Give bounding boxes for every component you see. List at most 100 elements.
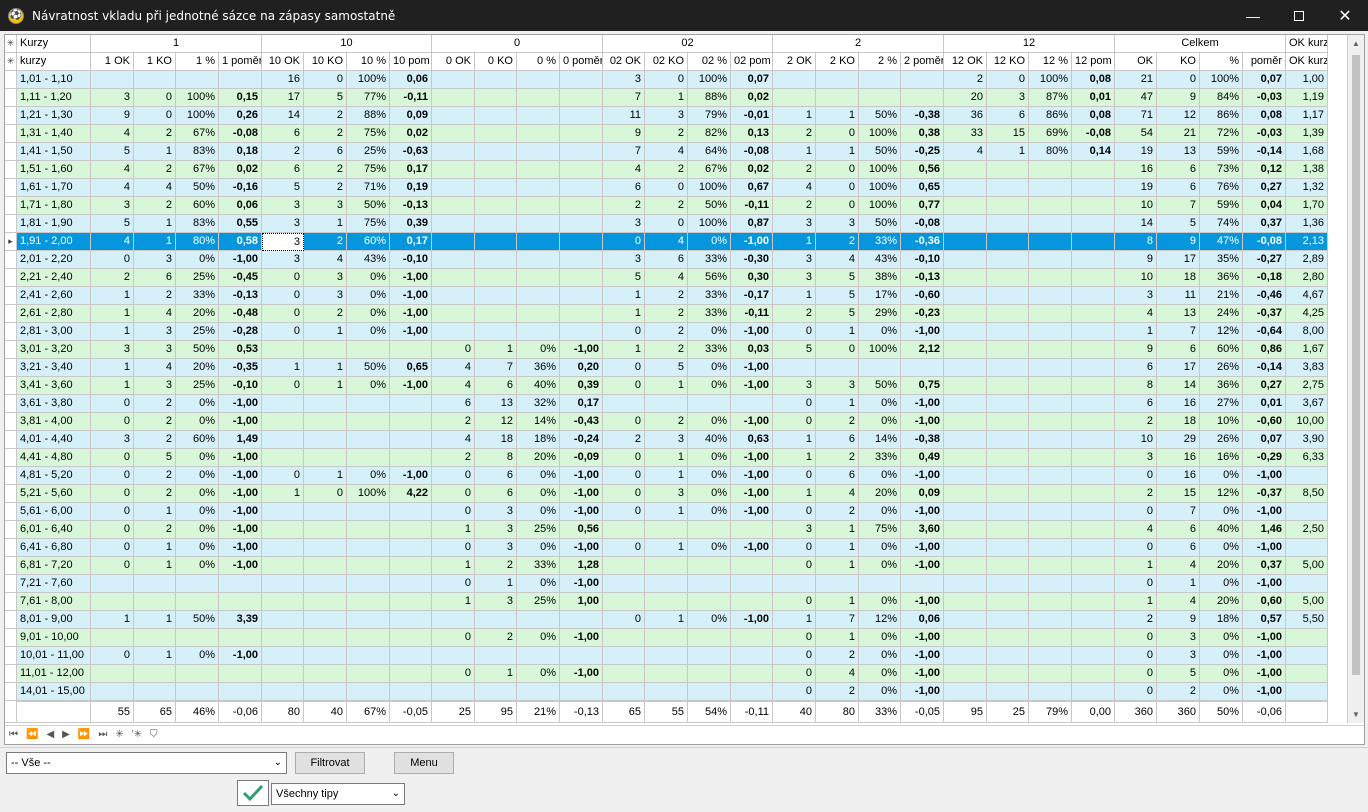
table-cell[interactable]: 84%	[1200, 89, 1243, 107]
table-cell[interactable]: 9	[1115, 341, 1157, 359]
table-cell[interactable]: 1	[773, 449, 816, 467]
table-cell[interactable]: 14,01 - 15,00	[17, 683, 91, 701]
table-cell[interactable]: 1,38	[1286, 161, 1328, 179]
table-cell[interactable]	[1029, 305, 1072, 323]
table-cell[interactable]: 9	[1157, 89, 1200, 107]
table-cell[interactable]	[390, 413, 432, 431]
table-cell[interactable]: 3	[304, 287, 347, 305]
table-cell[interactable]	[475, 647, 517, 665]
table-cell[interactable]	[560, 71, 603, 89]
table-cell[interactable]: 2,75	[1286, 377, 1328, 395]
table-cell[interactable]: 56%	[688, 269, 731, 287]
table-cell[interactable]: -1,00	[731, 539, 773, 557]
table-cell[interactable]: 0	[773, 413, 816, 431]
table-cell[interactable]: 6,01 - 6,40	[17, 521, 91, 539]
table-cell[interactable]	[560, 251, 603, 269]
table-cell[interactable]: 0%	[176, 647, 219, 665]
table-cell[interactable]: 20%	[1200, 593, 1243, 611]
table-cell[interactable]: 47%	[1200, 233, 1243, 251]
table-cell[interactable]: 3	[1157, 647, 1200, 665]
table-cell[interactable]	[432, 611, 475, 629]
table-cell[interactable]: 0,13	[731, 125, 773, 143]
table-cell[interactable]	[390, 647, 432, 665]
prev-page-icon[interactable]: ⏪	[26, 729, 38, 740]
table-cell[interactable]: 1,61 - 1,70	[17, 179, 91, 197]
row-selector[interactable]	[5, 467, 17, 485]
table-cell[interactable]: 2	[304, 107, 347, 125]
table-cell[interactable]: -1,00	[901, 683, 944, 701]
table-cell[interactable]	[1286, 629, 1328, 647]
table-cell[interactable]: 1	[134, 143, 176, 161]
table-cell[interactable]	[560, 215, 603, 233]
table-cell[interactable]: 0	[645, 179, 688, 197]
table-cell[interactable]: 0%	[1200, 575, 1243, 593]
table-cell[interactable]	[262, 503, 304, 521]
table-cell[interactable]	[475, 233, 517, 251]
column-header[interactable]: OK kurz	[1286, 53, 1328, 71]
table-cell[interactable]: 2	[134, 431, 176, 449]
table-cell[interactable]: 3	[773, 521, 816, 539]
table-cell[interactable]	[475, 71, 517, 89]
table-cell[interactable]: 1	[91, 377, 134, 395]
table-cell[interactable]: 3	[475, 539, 517, 557]
table-cell[interactable]: 1	[773, 143, 816, 161]
table-cell[interactable]: 80%	[1029, 143, 1072, 161]
table-cell[interactable]: 3	[645, 431, 688, 449]
table-cell[interactable]: 26%	[1200, 431, 1243, 449]
table-cell[interactable]: -0,38	[901, 107, 944, 125]
table-cell[interactable]: 33%	[688, 287, 731, 305]
table-cell[interactable]	[944, 305, 987, 323]
table-cell[interactable]: 0	[645, 215, 688, 233]
table-cell[interactable]: 3	[773, 269, 816, 287]
table-cell[interactable]: 9	[1115, 251, 1157, 269]
table-cell[interactable]: 1	[603, 341, 645, 359]
table-cell[interactable]	[475, 269, 517, 287]
table-cell[interactable]: 0,38	[901, 125, 944, 143]
table-cell[interactable]: 0%	[859, 539, 901, 557]
table-row[interactable]: 9,01 - 10,00 0 2 0% -1,00 0 1 0% -1,00 0 3 0% -1,00	[5, 629, 1328, 647]
table-cell[interactable]	[944, 287, 987, 305]
table-cell[interactable]: 21	[1115, 71, 1157, 89]
table-cell[interactable]	[560, 683, 603, 701]
table-cell[interactable]	[219, 71, 262, 89]
table-cell[interactable]: 2	[134, 467, 176, 485]
table-cell[interactable]: 8,00	[1286, 323, 1328, 341]
table-cell[interactable]	[390, 539, 432, 557]
filter-icon[interactable]: ⛉	[150, 729, 158, 740]
column-header[interactable]: 02 pom	[731, 53, 773, 71]
table-cell[interactable]	[1029, 341, 1072, 359]
table-cell[interactable]	[262, 665, 304, 683]
row-selector[interactable]	[5, 611, 17, 629]
table-cell[interactable]: 8,01 - 9,00	[17, 611, 91, 629]
row-selector[interactable]	[5, 539, 17, 557]
table-cell[interactable]	[1029, 611, 1072, 629]
table-row[interactable]: 1,41 - 1,50 5 1 83% 0,18 2 6 25% -0,63 7 4 64% -0,08…	[5, 143, 1328, 161]
table-row[interactable]: 1,81 - 1,90 5 1 83% 0,55 3 1 75% 0,39 3 0 100% 0,87 3…	[5, 215, 1328, 233]
table-cell[interactable]: -1,00	[390, 467, 432, 485]
table-cell[interactable]	[517, 287, 560, 305]
table-cell[interactable]: -1,00	[390, 305, 432, 323]
table-cell[interactable]: 0%	[859, 647, 901, 665]
total-cell[interactable]: 360	[1115, 701, 1157, 723]
table-cell[interactable]	[987, 629, 1029, 647]
table-cell[interactable]: 2	[1115, 485, 1157, 503]
table-cell[interactable]	[944, 197, 987, 215]
table-cell[interactable]	[944, 449, 987, 467]
table-cell[interactable]	[304, 431, 347, 449]
table-cell[interactable]: 47	[1115, 89, 1157, 107]
table-cell[interactable]: 2,13	[1286, 233, 1328, 251]
table-cell[interactable]: 5,21 - 5,60	[17, 485, 91, 503]
table-cell[interactable]: 0	[91, 557, 134, 575]
table-cell[interactable]	[987, 377, 1029, 395]
total-cell[interactable]: -0,05	[901, 701, 944, 723]
table-row[interactable]: 8,01 - 9,00 1 1 50% 3,39 0 1 0% -1,00 1 7 12% 0,06 2 9…	[5, 611, 1328, 629]
table-cell[interactable]: 5	[262, 179, 304, 197]
table-cell[interactable]	[517, 647, 560, 665]
table-cell[interactable]: 0%	[176, 413, 219, 431]
table-cell[interactable]	[1072, 539, 1115, 557]
table-cell[interactable]: 0,01	[1072, 89, 1115, 107]
minimize-button[interactable]: —	[1230, 0, 1276, 31]
table-cell[interactable]	[1072, 431, 1115, 449]
prev-record-icon[interactable]: ◀	[46, 729, 54, 740]
total-cell[interactable]: 95	[475, 701, 517, 723]
